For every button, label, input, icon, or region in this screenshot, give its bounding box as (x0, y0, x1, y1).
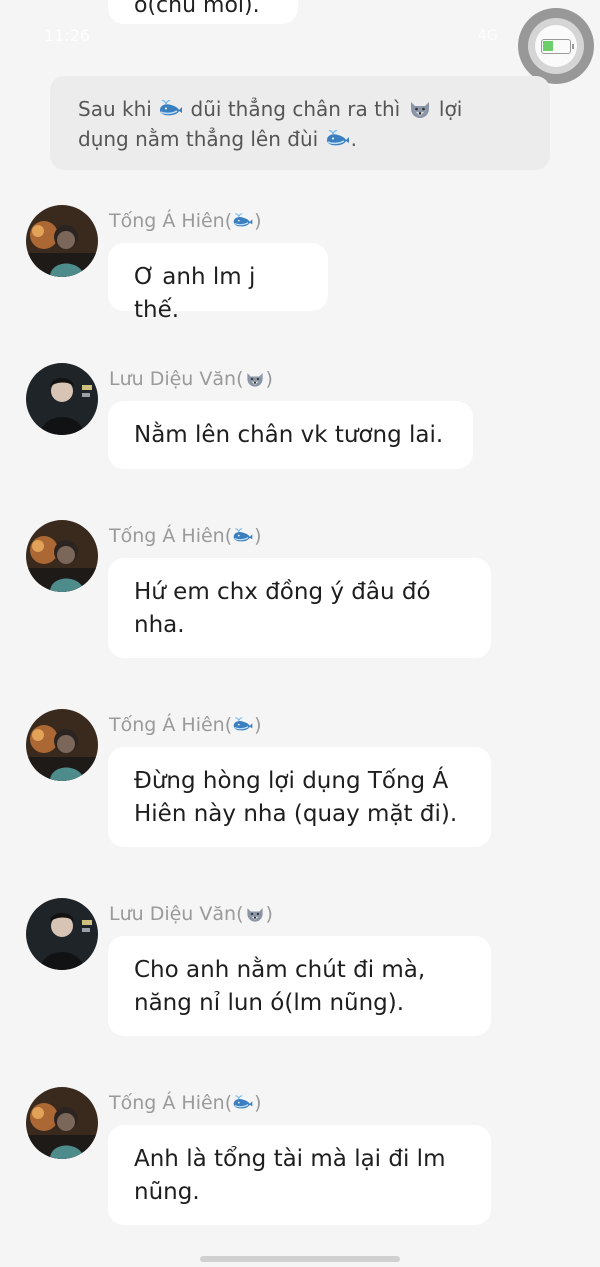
assistive-touch-core (535, 25, 577, 67)
status-network: 4G (478, 28, 498, 44)
narration-text-3: lợi (438, 97, 463, 121)
sender-name: Lưu Diệu Văn() (109, 903, 273, 925)
wolf-icon (407, 99, 433, 119)
home-indicator[interactable] (200, 1256, 400, 1262)
narration-text-1: Sau khi (78, 97, 152, 121)
narration-text-2: dũi thẳng chân ra thì (190, 97, 401, 121)
message-bubble[interactable]: Ơ anh lm j thế. (108, 243, 328, 323)
message-text: Hứ em chx đồng ý đâu đó nha. (134, 579, 431, 638)
wolf-icon (244, 370, 266, 388)
narration-text-5: . (350, 127, 357, 151)
sender-name: Tống Á Hiên() (109, 210, 262, 232)
status-bar: 11:26 4G (0, 0, 600, 60)
avatar-tong-a-hien[interactable] (26, 1087, 98, 1159)
whale-icon (158, 99, 184, 119)
whale-icon (232, 716, 254, 734)
whale-icon (232, 527, 254, 545)
whale-icon (232, 1094, 254, 1112)
message-bubble[interactable]: Hứ em chx đồng ý đâu đó nha. (108, 558, 491, 658)
avatar-tong-a-hien[interactable] (26, 709, 98, 781)
whale-icon (325, 129, 351, 149)
message-text: Cho anh nằm chút đi mà, năng nỉ lun ó(lm… (134, 957, 426, 1016)
avatar-tong-a-hien[interactable] (26, 520, 98, 592)
wolf-icon (244, 905, 266, 923)
chat-screen: ó(chù môi). 11:26 4G Sau khi dũi thẳng c… (0, 0, 600, 1267)
status-time: 11:26 (44, 26, 91, 45)
assistive-touch-ring (528, 18, 584, 74)
sender-name: Tống Á Hiên() (109, 714, 262, 736)
message-text: Đừng hòng lợi dụng Tống Á Hiên này nha (… (134, 768, 458, 827)
sender-name: Tống Á Hiên() (109, 1092, 262, 1114)
sender-name: Tống Á Hiên() (109, 525, 262, 547)
whale-icon (232, 212, 254, 230)
avatar-luu-dieu-van[interactable] (26, 898, 98, 970)
message-bubble[interactable]: Anh là tổng tài mà lại đi lm nũng. (108, 1125, 491, 1225)
avatar-tong-a-hien[interactable] (26, 205, 98, 277)
message-text: Nằm lên chân vk tương lai. (134, 422, 444, 448)
sender-name: Lưu Diệu Văn() (109, 368, 273, 390)
battery-icon (541, 38, 574, 54)
narration-text-4: dụng nằm thẳng lên đùi (78, 127, 319, 151)
message-bubble[interactable]: Đừng hòng lợi dụng Tống Á Hiên này nha (… (108, 747, 491, 847)
message-text: Ơ anh lm j thế. (134, 264, 256, 323)
message-text: Anh là tổng tài mà lại đi lm nũng. (134, 1146, 446, 1205)
avatar-luu-dieu-van[interactable] (26, 363, 98, 435)
narration-box: Sau khi dũi thẳng chân ra thì lợi dụng n… (50, 76, 550, 170)
message-bubble[interactable]: Nằm lên chân vk tương lai. (108, 401, 473, 469)
message-bubble[interactable]: Cho anh nằm chút đi mà, năng nỉ lun ó(lm… (108, 936, 491, 1036)
assistive-touch-button[interactable] (518, 8, 594, 84)
